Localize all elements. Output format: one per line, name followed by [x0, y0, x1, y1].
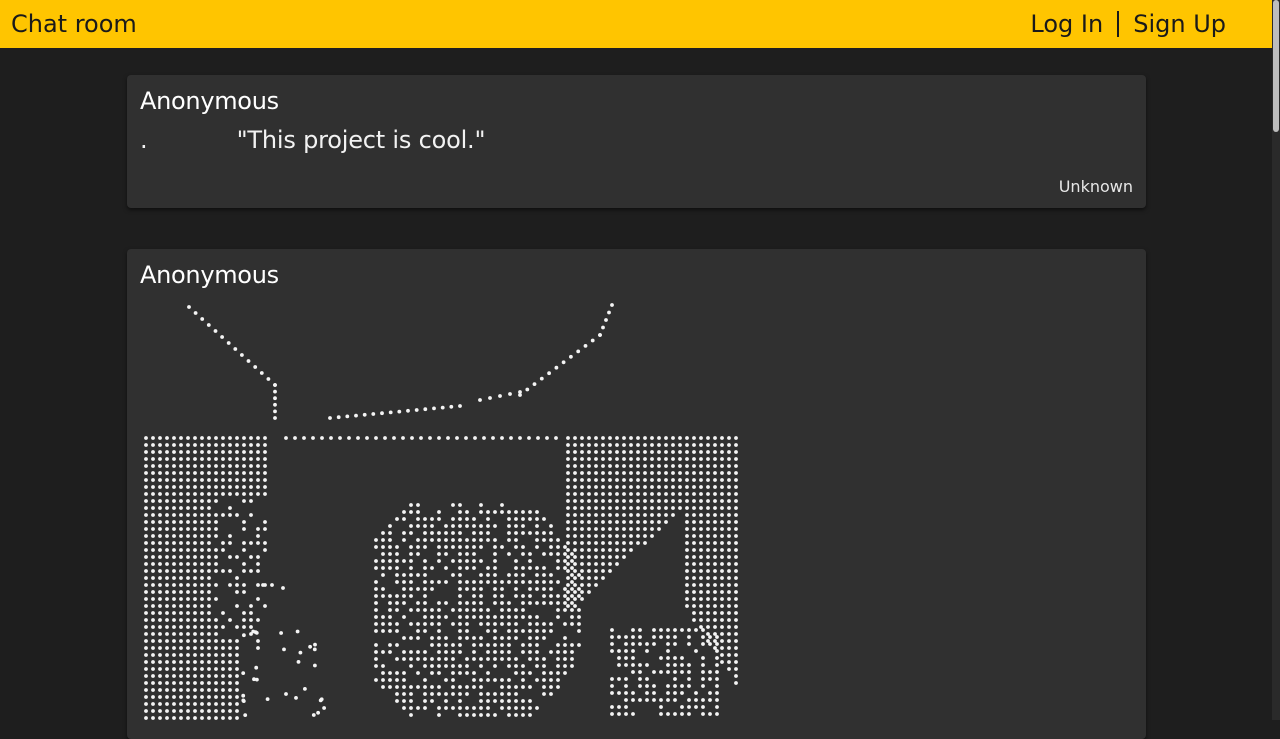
site-title[interactable]: Chat room: [11, 10, 137, 38]
nav-divider: [1117, 11, 1120, 37]
message-card: Anonymous . "This project is cool." Unkn…: [127, 75, 1146, 208]
message-author: Anonymous: [140, 87, 279, 115]
ascii-art-image: [144, 303, 738, 720]
auth-nav: Log In Sign Up: [1030, 10, 1226, 38]
message-author: Anonymous: [140, 261, 279, 289]
message-text: . "This project is cool.": [140, 126, 486, 154]
login-link[interactable]: Log In: [1030, 10, 1103, 38]
signup-link[interactable]: Sign Up: [1133, 10, 1226, 38]
scrollbar-thumb[interactable]: [1273, 0, 1279, 132]
message-card: Anonymous: [127, 249, 1146, 739]
message-timestamp: Unknown: [1058, 177, 1133, 196]
page-scrollbar[interactable]: [1272, 0, 1280, 720]
top-navbar: Chat room Log In Sign Up: [0, 0, 1272, 48]
